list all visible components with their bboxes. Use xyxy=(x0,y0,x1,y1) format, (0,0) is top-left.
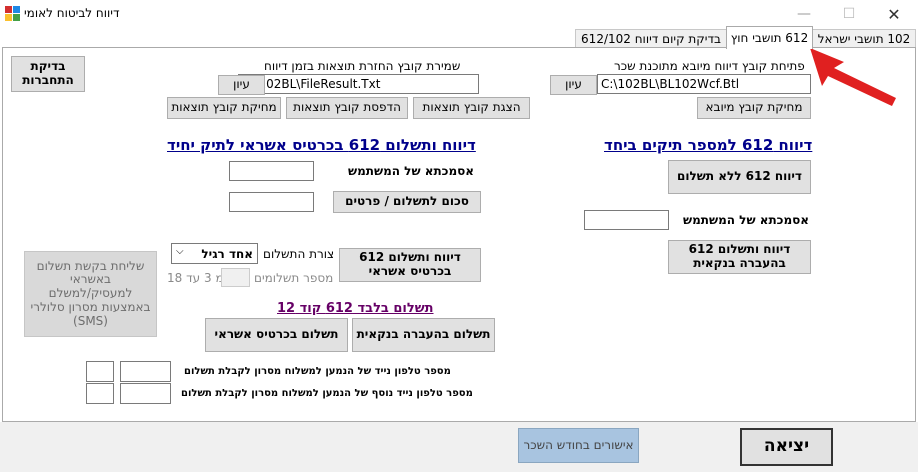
chevron-down-icon: ⌵ xyxy=(176,246,184,257)
multi-file-link[interactable]: דיווח 612 למספר תיקים ביחד xyxy=(604,136,812,154)
amount-details-button[interactable]: סכום לתשלום / פרטים xyxy=(333,191,481,213)
report-no-payment-button[interactable]: דיווח 612 ללא תשלום xyxy=(668,160,811,194)
result-path-field[interactable]: C:\102BL\FileResult.Txt xyxy=(238,74,479,94)
credit-single-file-link[interactable]: דיווח ותשלום 612 בכרטיס אשראי לתיק יחיד xyxy=(167,136,476,154)
report-pay-credit-button[interactable]: דיווח ותשלום 612 בכרטיס אשראי xyxy=(339,248,481,282)
payment-only-link[interactable]: תשלום בלבד 612 קוד 12 xyxy=(277,301,434,316)
installments-field[interactable] xyxy=(221,268,250,287)
close-button[interactable]: ✕ xyxy=(871,0,917,28)
sms-request-button[interactable]: שליחת בקשת תשלום באשראי למעסיק/למשלם באמ… xyxy=(24,251,157,337)
exit-button[interactable]: יציאה xyxy=(740,428,833,466)
user-ref-label: אסמכתא של המשתמש xyxy=(348,164,475,178)
import-path-field[interactable]: C:\102BL\BL102Wcf.Btl xyxy=(597,74,811,94)
payment-form-label: צורת התשלום xyxy=(263,247,335,261)
user-ref-field[interactable] xyxy=(229,161,314,181)
maximize-button[interactable]: ☐ xyxy=(826,0,872,28)
installments-hint: מ 3 עד 18 xyxy=(167,271,224,285)
show-results-button[interactable]: הצגת קובץ תוצאות xyxy=(413,97,530,119)
report-pay-bank-transfer-button[interactable]: דיווח ותשלום 612 בהעברה בנקאית xyxy=(668,240,811,274)
import-browse-button[interactable]: עיון xyxy=(550,75,597,95)
pay-bank-transfer-button[interactable]: תשלום בהעברה בנקאית xyxy=(352,318,495,352)
monthly-approvals-button[interactable]: אישורים בחודש השכר xyxy=(518,428,639,463)
tab-report-check[interactable]: בדיקת קיום דיווח 612/102 xyxy=(575,29,727,48)
open-import-label: פתיחת קובץ דיווח מיובא מתוכנת שכר xyxy=(614,59,805,73)
extra-number-field[interactable] xyxy=(120,383,171,404)
pay-credit-card-button[interactable]: תשלום בכרטיס אשראי xyxy=(205,318,348,352)
print-results-button[interactable]: הדפסת קובץ תוצאות xyxy=(286,97,408,119)
result-browse-button[interactable]: עיון xyxy=(218,75,265,95)
title-bar: דיווח לביטוח לאומי — ☐ ✕ xyxy=(0,0,918,28)
extra-phone-label: מספר טלפון נייד נוסף של הנמען למשלוח מסר… xyxy=(181,388,473,399)
tab-612-foreign-residents[interactable]: 612 תושבי חוץ xyxy=(726,26,813,49)
payment-form-select[interactable]: אחד רגיל ⌵ xyxy=(171,243,258,264)
installments-label: מספר תשלומים xyxy=(254,271,334,285)
extra-prefix-field[interactable] xyxy=(86,383,114,404)
multi-user-ref-label: אסמכתא של המשתמש xyxy=(683,213,810,227)
mobile-prefix-field[interactable] xyxy=(86,361,114,382)
minimize-button[interactable]: — xyxy=(781,0,827,28)
save-results-label: שמירת קובץ החזרת תוצאות בזמן דיווח xyxy=(264,59,461,73)
red-arrow-icon xyxy=(810,48,896,106)
app-icon xyxy=(5,6,20,21)
amount-field[interactable] xyxy=(229,192,314,212)
multi-user-ref-field[interactable] xyxy=(584,210,669,230)
delete-results-button[interactable]: מחיקת קובץ תוצאות xyxy=(167,97,281,119)
delete-import-button[interactable]: מחיקת קובץ מיובא xyxy=(697,97,811,119)
check-connection-button[interactable]: בדיקת התחברות xyxy=(11,56,85,92)
mobile-phone-label: מספר טלפון נייד של הנמען למשלוח מסרון לק… xyxy=(184,366,451,377)
mobile-number-field[interactable] xyxy=(120,361,171,382)
